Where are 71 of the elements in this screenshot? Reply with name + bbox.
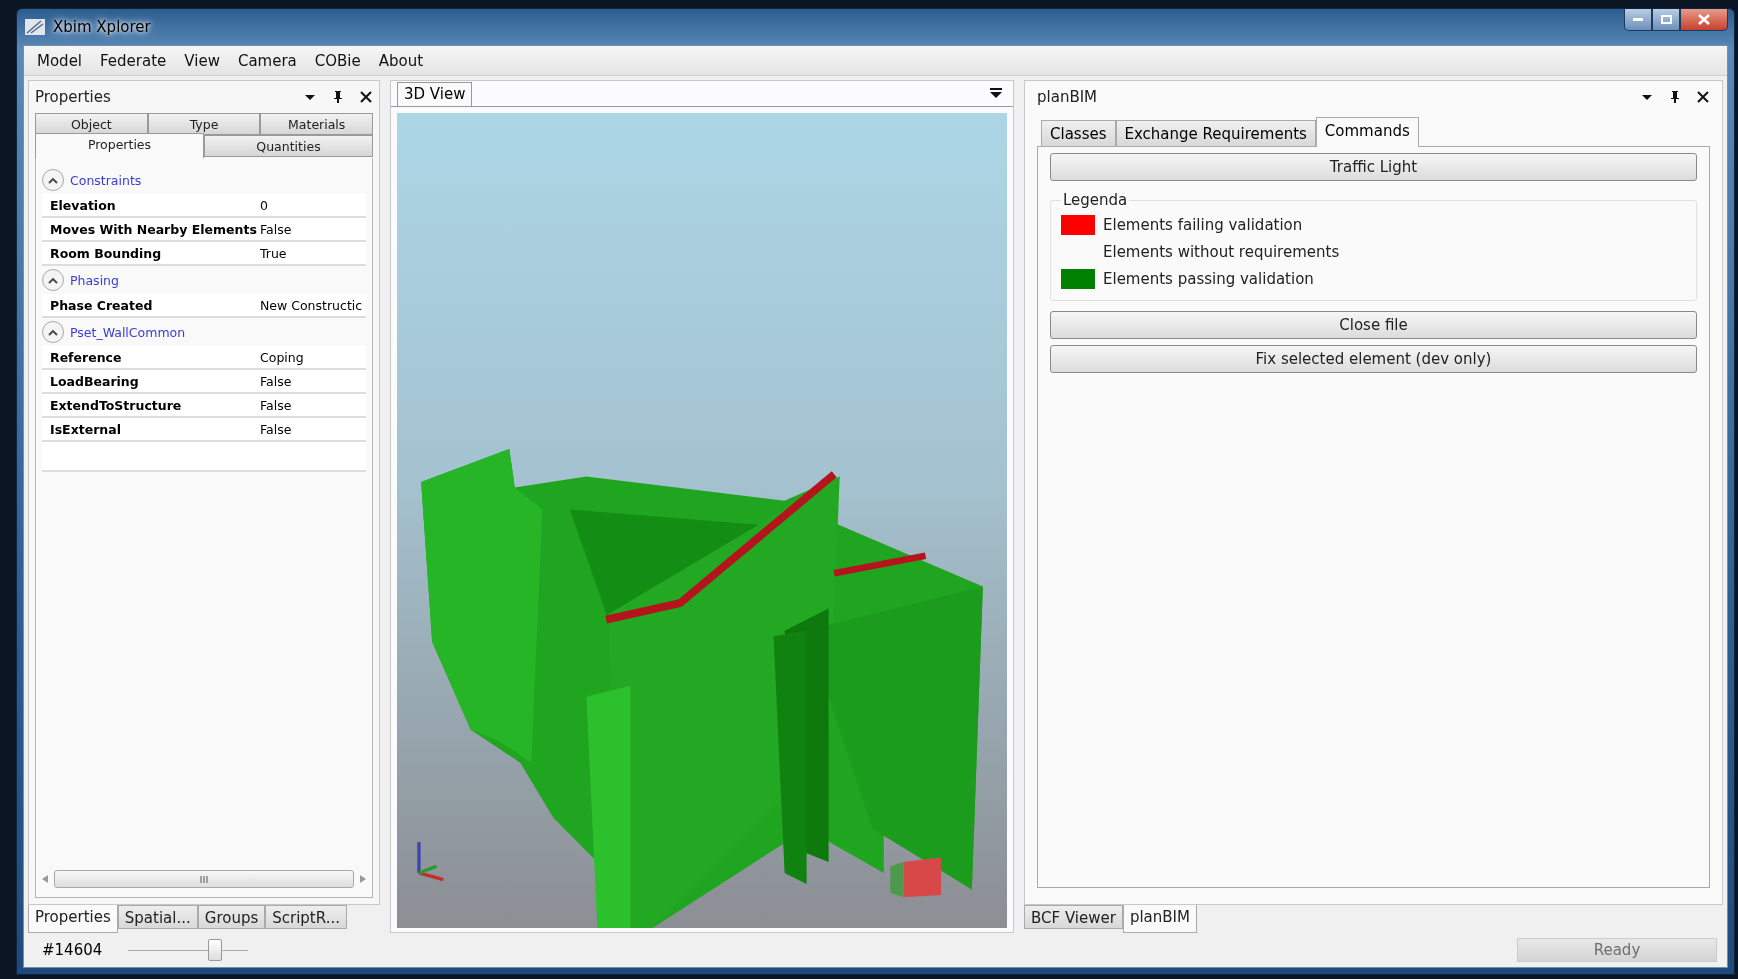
group-header: Constraints [70, 172, 142, 188]
property-name: IsExternal [50, 421, 122, 437]
property-value: Coping [260, 349, 305, 365]
legend-title: Legenda [1062, 191, 1129, 209]
tab[interactable]: Classes [1041, 120, 1116, 147]
selection-id: #14604 [42, 941, 103, 959]
close-icon[interactable] [359, 90, 373, 104]
group-header: Phasing [70, 272, 119, 288]
legend-label: Elements passing validation [1103, 269, 1314, 288]
property-value: False [260, 221, 293, 237]
collapse-icon[interactable] [42, 269, 64, 291]
tab[interactable]: Spatial... [117, 905, 198, 929]
command-button[interactable]: Close file [1050, 311, 1697, 339]
menu-icon[interactable] [989, 86, 1003, 100]
menu-item[interactable]: Model [28, 51, 92, 70]
collapse-icon[interactable] [42, 169, 64, 191]
tab[interactable]: Properties [35, 133, 204, 158]
property-value: False [260, 421, 293, 437]
property-name: Elevation [50, 197, 117, 213]
property-value: False [260, 397, 293, 413]
property-name: ExtendToStructure [50, 397, 183, 413]
minimize-button[interactable] [1624, 9, 1652, 31]
slider-thumb[interactable] [207, 939, 222, 961]
tab[interactable]: Type [147, 113, 261, 135]
menu-item[interactable]: Federate [91, 51, 176, 70]
property-value: True [260, 245, 288, 261]
window-title: Xbim Xplorer [53, 18, 151, 36]
close-icon[interactable] [1696, 90, 1710, 104]
panel-title: Properties [35, 88, 112, 106]
pin-icon[interactable] [1668, 90, 1682, 104]
menu-item[interactable]: About [369, 51, 433, 70]
close-button[interactable] [1680, 9, 1728, 31]
tab[interactable]: Commands [1315, 117, 1419, 147]
legend-label: Elements failing validation [1103, 215, 1303, 234]
property-name: Moves With Nearby Elements [50, 221, 258, 237]
maximize-button[interactable] [1652, 9, 1680, 31]
tab[interactable]: Materials [260, 113, 373, 135]
app-logo-icon [25, 19, 45, 35]
tab[interactable]: BCF Viewer [1024, 905, 1123, 929]
traffic-light-button[interactable]: Traffic Light [1050, 153, 1697, 181]
scroll-left-icon[interactable] [42, 875, 48, 883]
property-value: False [260, 373, 293, 389]
menu-item[interactable]: Camera [228, 51, 306, 70]
property-name: Reference [50, 349, 123, 365]
property-value: 0 [260, 197, 269, 213]
tab[interactable]: 3D View [397, 82, 473, 106]
panel-title: planBIM [1037, 88, 1099, 106]
pin-icon[interactable] [331, 90, 345, 104]
tab[interactable]: Quantities [204, 135, 373, 157]
legend-label: Elements without requirements [1103, 242, 1340, 261]
property-name: Phase Created [50, 297, 154, 313]
tab[interactable]: Object [35, 113, 148, 135]
menu-item[interactable]: COBie [305, 51, 370, 70]
command-button[interactable]: Fix selected element (dev only) [1050, 345, 1697, 373]
scroll-right-icon[interactable] [360, 875, 366, 883]
collapse-icon[interactable] [42, 321, 64, 343]
minimize-icon [1633, 17, 1643, 22]
status-indicator: Ready [1517, 938, 1717, 962]
close-icon [1698, 14, 1710, 25]
tab[interactable]: Properties [28, 905, 118, 933]
menu-item[interactable]: View [175, 51, 229, 70]
tab[interactable]: Exchange Requirements [1115, 120, 1316, 147]
tab[interactable]: ScriptR... [265, 905, 347, 929]
property-name: Room Bounding [50, 245, 163, 261]
tab[interactable]: Groups [197, 905, 266, 929]
maximize-icon [1660, 15, 1672, 24]
property-name: LoadBearing [50, 373, 140, 389]
tab[interactable]: planBIM [1122, 905, 1197, 933]
property-value: New Constructic [260, 297, 364, 313]
group-header: Pset_WallCommon [70, 324, 186, 340]
scrollbar-thumb[interactable] [54, 870, 354, 888]
